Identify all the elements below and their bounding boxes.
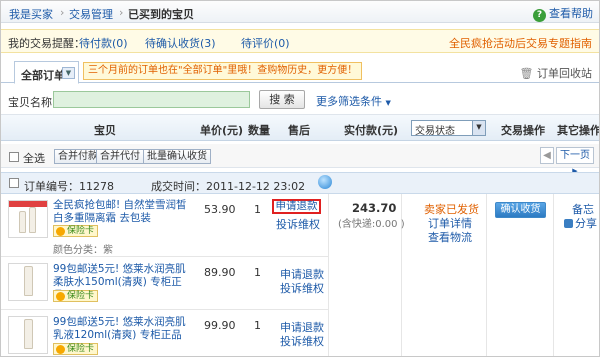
shipping-fee: (含快递:0.00 ) — [338, 219, 405, 230]
col-paid: 实付款(元) — [344, 124, 399, 137]
prev-page-button[interactable]: ◀ — [540, 147, 554, 164]
insurance-badge[interactable]: 保险卡 — [53, 290, 99, 302]
insurance-badge[interactable]: 保险卡 — [53, 343, 99, 355]
order-header: 订单编号：11278 成交时间：2011-12-12 23:02 — [1, 172, 599, 194]
order-tabs: 全部订单 ▼ 三个月前的订单也在"全部订单"里哦！查购物历史，更方便！ 🗑 订单… — [1, 57, 599, 84]
col-operation: 交易操作 — [501, 124, 545, 137]
unit-price: 99.90 — [204, 319, 236, 332]
col-other: 其它操作 — [557, 124, 600, 137]
share-link[interactable]: 分享 — [564, 215, 597, 231]
quantity: 1 — [254, 319, 261, 332]
help-link[interactable]: ? 查看帮助 — [533, 5, 593, 22]
trade-reminder-bar: 我的交易提醒： 待付款(0) 待确认收货(3) 待评价(0) 全民疯抢活动后交易… — [1, 29, 599, 53]
orders-panel: 我是买家 › 交易管理 › 已买到的宝贝 ? 查看帮助 我的交易提醒： 待付款(0… — [0, 0, 600, 357]
merge-proxy-button[interactable]: 合并代付 — [96, 149, 144, 164]
product-thumbnail[interactable] — [8, 316, 48, 354]
view-logistics-link[interactable]: 查看物流 — [428, 229, 472, 245]
quantity: 1 — [254, 266, 261, 279]
breadcrumb-sep: › — [119, 6, 124, 19]
promo-guide-link[interactable]: 全民疯抢活动后交易专题指南 — [449, 35, 592, 51]
order-number: 订单编号：11278 — [24, 180, 114, 193]
refund-link-highlighted[interactable]: 申请退款 — [272, 199, 321, 214]
question-icon: ? — [533, 9, 546, 22]
chevron-down-icon: ▼ — [472, 121, 485, 135]
select-all-checkbox[interactable] — [9, 152, 19, 162]
merge-pay-button[interactable]: 合并付款 — [54, 149, 102, 164]
wangwang-chat-icon[interactable] — [318, 175, 332, 189]
unit-price: 53.90 — [204, 203, 236, 216]
confirm-receipt-button[interactable]: 确认收货 — [495, 202, 546, 218]
trash-icon: 🗑 — [519, 67, 534, 80]
order-total: 243.70 — [352, 201, 397, 215]
page-title: 已买到的宝贝 — [128, 8, 194, 21]
col-item: 宝贝 — [94, 124, 116, 137]
insurance-icon — [56, 227, 65, 236]
next-page-button[interactable]: 下一页 ▶ — [556, 147, 594, 175]
col-divider — [328, 194, 329, 356]
unit-price: 89.90 — [204, 266, 236, 279]
col-divider — [486, 194, 487, 356]
insurance-icon — [56, 292, 65, 301]
product-thumbnail[interactable] — [8, 200, 48, 238]
breadcrumb-trade[interactable]: 交易管理 — [69, 6, 113, 22]
row-divider — [1, 309, 328, 310]
chevron-down-icon[interactable]: ▼ — [62, 67, 75, 79]
select-all-label: 全选 — [23, 152, 45, 165]
share-icon — [564, 219, 573, 228]
complaint-link[interactable]: 投诉维权 — [280, 280, 324, 296]
breadcrumb-sep: › — [60, 6, 65, 19]
recycle-bin-link[interactable]: 🗑 订单回收站 — [520, 65, 592, 81]
col-after-sale: 售后 — [288, 124, 310, 137]
breadcrumb: 我是买家 › 交易管理 › 已买到的宝贝 ? 查看帮助 — [1, 1, 599, 23]
chevron-down-icon: ▼ — [385, 99, 391, 107]
reminder-pay[interactable]: 待付款(0) — [79, 35, 128, 51]
product-attribute: 颜色分类：紫 — [53, 245, 113, 256]
order-time: 成交时间：2011-12-12 23:02 — [151, 180, 306, 193]
product-title[interactable]: 99包邮送5元! 悠莱水润亮肌乳液120ml(清爽) 专柜正品 — [53, 316, 188, 342]
table-header: 宝贝 单价(元) 数量 售后 实付款(元) 交易操作 其它操作 — [1, 115, 599, 141]
search-button[interactable]: 搜 索 — [259, 90, 305, 109]
orders-tip: 三个月前的订单也在"全部订单"里哦！查购物历史，更方便！ — [83, 62, 363, 80]
batch-confirm-button[interactable]: 批量确认收货 — [143, 149, 211, 164]
more-filters-link[interactable]: 更多筛选条件 ▼ — [316, 93, 391, 109]
quantity: 1 — [254, 203, 261, 216]
reminder-confirm[interactable]: 待确认收货(3) — [145, 35, 216, 51]
col-quantity: 数量 — [248, 124, 270, 137]
complaint-link[interactable]: 投诉维权 — [280, 333, 324, 349]
insurance-badge[interactable]: 保险卡 — [53, 225, 99, 237]
item-name-input[interactable] — [53, 91, 250, 108]
reminder-review[interactable]: 待评价(0) — [241, 35, 290, 51]
breadcrumb-buyer[interactable]: 我是买家 — [9, 6, 53, 22]
col-divider — [553, 194, 554, 356]
product-title[interactable]: 全民疯抢包邮! 自然堂雪润皙白多重隔离霜 去包装 — [53, 199, 188, 225]
trade-status-select[interactable]: 交易状态 ▼ — [411, 120, 486, 137]
insurance-icon — [56, 345, 65, 354]
col-unit-price: 单价(元) — [200, 124, 244, 137]
product-thumbnail[interactable] — [8, 263, 48, 301]
reminder-label: 我的交易提醒： — [8, 37, 85, 50]
tab-all-orders[interactable]: 全部订单 ▼ — [14, 61, 79, 84]
complaint-link[interactable]: 投诉维权 — [276, 216, 320, 232]
row-divider — [1, 256, 328, 257]
order-checkbox[interactable] — [9, 178, 19, 188]
